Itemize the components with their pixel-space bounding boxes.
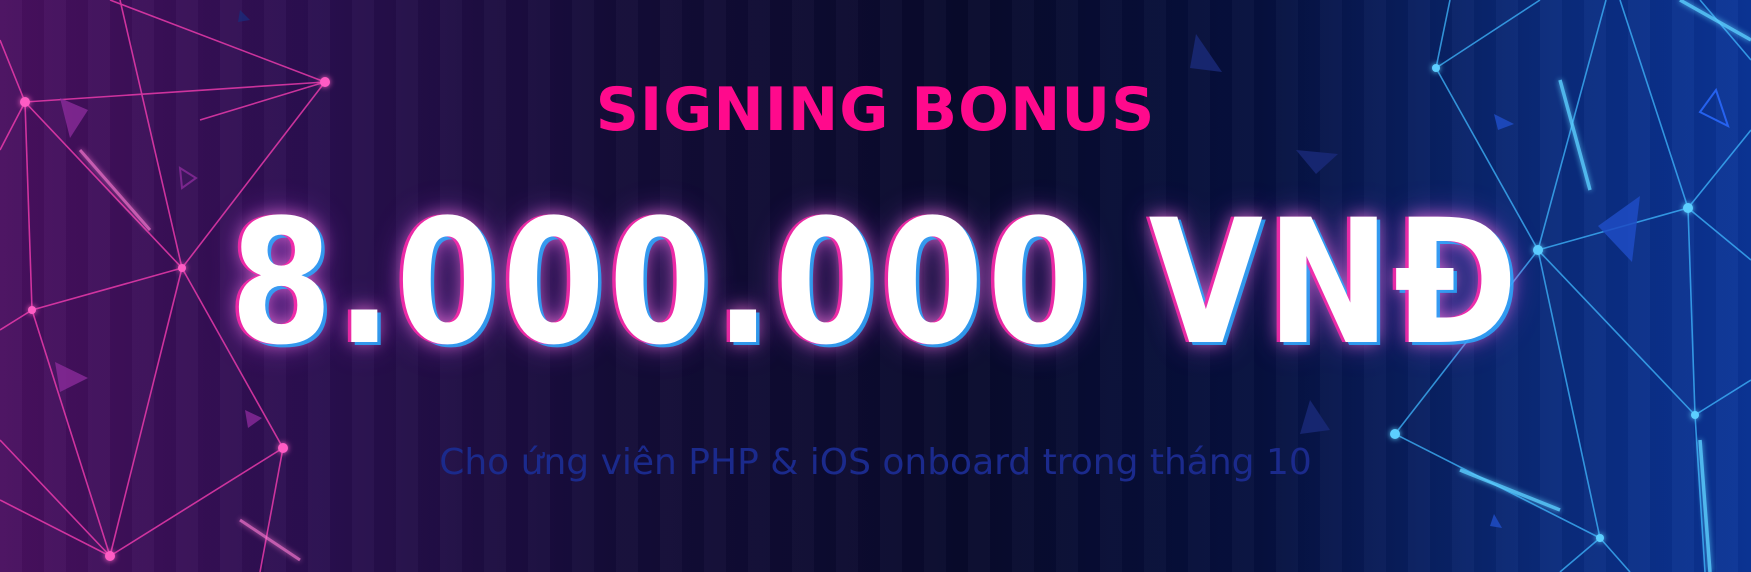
bonus-heading: SIGNING BONUS: [595, 75, 1156, 145]
bonus-amount: 8.000.000 VNĐ: [229, 182, 1522, 383]
signing-bonus-banner: SIGNING BONUS 8.000.000 VNĐ Cho ứng viên…: [0, 0, 1751, 572]
bonus-subtitle: Cho ứng viên PHP & iOS onboard trong thá…: [439, 442, 1312, 483]
